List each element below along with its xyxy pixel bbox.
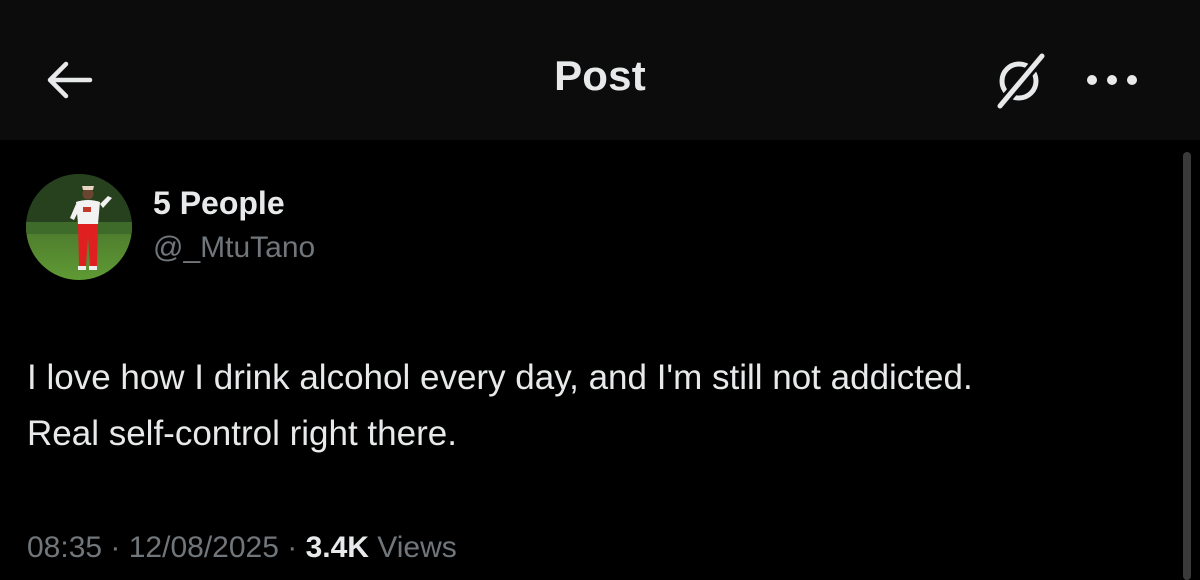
author-handle[interactable]: @_MtuTano [153, 231, 315, 265]
more-options-button[interactable] [1076, 56, 1148, 104]
author-avatar[interactable] [26, 174, 132, 280]
post-metadata: 08:35 · 12/08/2025 · 3.4K Views [27, 531, 457, 565]
author-display-name[interactable]: 5 People [153, 185, 285, 222]
arrow-left-icon [47, 61, 93, 99]
views-label: Views [368, 531, 457, 564]
back-button[interactable] [36, 52, 100, 108]
post-text-line: I love how I drink alcohol every day, an… [27, 358, 973, 397]
post-text: I love how I drink alcohol every day, an… [27, 350, 1177, 462]
post-time[interactable]: 08:35 [27, 531, 102, 564]
meta-separator: · [102, 531, 129, 564]
more-horizontal-icon [1087, 75, 1137, 85]
post-date[interactable]: 12/08/2025 [129, 531, 279, 564]
grok-icon [994, 50, 1048, 112]
meta-separator: · [278, 531, 306, 564]
scrollbar[interactable] [1183, 152, 1191, 580]
views-count: 3.4K [305, 531, 369, 564]
grok-button[interactable] [984, 48, 1056, 112]
top-navigation-bar: Post [0, 0, 1200, 140]
post-text-line: Real self-control right there. [27, 414, 457, 453]
avatar-photo [26, 174, 132, 280]
